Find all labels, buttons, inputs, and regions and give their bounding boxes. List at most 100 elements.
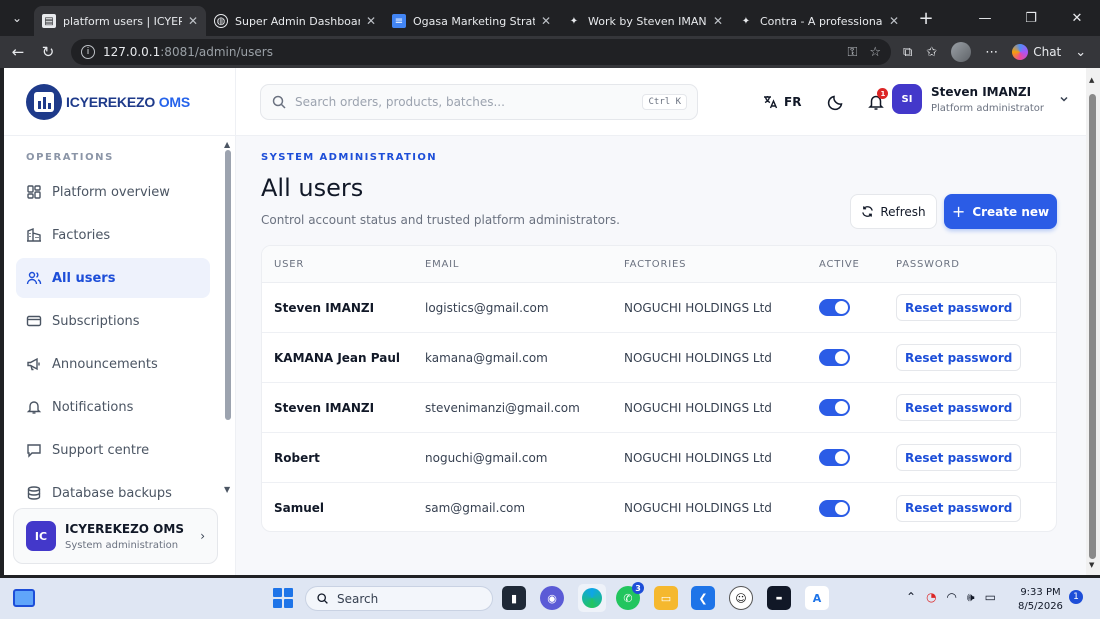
active-toggle[interactable] bbox=[819, 499, 850, 517]
browser-tab-super-admin[interactable]: ◍ Super Admin Dashboard - L ✕ bbox=[206, 6, 384, 36]
scroll-up-icon[interactable]: ▲ bbox=[224, 140, 230, 149]
edge-app-icon[interactable] bbox=[578, 584, 606, 612]
new-tab-button[interactable]: + bbox=[911, 8, 941, 29]
reset-password-button[interactable]: Reset password bbox=[896, 394, 1022, 421]
scrollbar-thumb[interactable] bbox=[1089, 94, 1096, 559]
widgets-icon[interactable] bbox=[13, 589, 35, 607]
close-icon[interactable]: ✕ bbox=[188, 14, 198, 28]
active-toggle[interactable] bbox=[819, 299, 850, 316]
url-field[interactable]: i 127.0.0.1:8081/admin/users ⚿ ☆ bbox=[71, 39, 891, 65]
scroll-down-icon[interactable]: ▼ bbox=[224, 485, 230, 494]
key-icon[interactable]: ⚿ bbox=[847, 45, 857, 60]
page-eyebrow: SYSTEM ADMINISTRATION bbox=[261, 152, 438, 163]
scroll-up-icon[interactable]: ▲ bbox=[1089, 76, 1094, 84]
sidebar-item-factories[interactable]: Factories bbox=[16, 215, 210, 255]
browser-tab-platform-users[interactable]: ▤ platform users | ICYEREKEZO ✕ bbox=[34, 6, 206, 36]
terminal-app-icon[interactable]: ▮ bbox=[502, 586, 526, 610]
organization-switcher[interactable]: IC ICYEREKEZO OMS System administration … bbox=[13, 508, 218, 564]
language-switcher[interactable]: FR bbox=[762, 94, 801, 110]
browser-tab-ogasa[interactable]: ≡ Ogasa Marketing Strategy P ✕ bbox=[384, 6, 559, 36]
taskbar: Search ▮ ◉ ✆ 3 ▭ ❮ ☺ ▬ A ⌃ ◔ ◠ 🕪 ▭ 9:33 P… bbox=[0, 578, 1100, 619]
moon-icon[interactable] bbox=[827, 93, 845, 111]
contra-icon: ✦ bbox=[569, 15, 579, 27]
close-icon[interactable]: ✕ bbox=[541, 14, 551, 28]
factory-logo-icon bbox=[26, 83, 62, 120]
close-icon[interactable]: ✕ bbox=[713, 14, 723, 28]
sidebar-item-platform-overview[interactable]: Platform overview bbox=[16, 172, 210, 212]
app-icon[interactable]: ☺ bbox=[729, 586, 753, 610]
close-window-icon[interactable]: ✕ bbox=[1054, 11, 1100, 26]
chevron-up-icon[interactable]: ⌃ bbox=[906, 590, 916, 605]
search-box[interactable]: Ctrl K bbox=[260, 84, 698, 120]
reset-password-button[interactable]: Reset password bbox=[896, 494, 1022, 522]
language-label: FR bbox=[784, 95, 802, 109]
sidebar-item-support-centre[interactable]: Support centre bbox=[16, 430, 210, 470]
factory-cell: NOGUCHI HOLDINGS Ltd bbox=[624, 501, 772, 515]
app-icon[interactable]: ▬ bbox=[767, 586, 791, 610]
user-name-cell: Steven IMANZI bbox=[274, 300, 375, 315]
profile-avatar[interactable] bbox=[951, 42, 972, 62]
vscode-app-icon[interactable]: ❮ bbox=[691, 586, 715, 610]
active-toggle[interactable] bbox=[819, 399, 850, 416]
taskbar-search[interactable]: Search bbox=[305, 586, 493, 611]
sidebar-item-announcements[interactable]: Announcements bbox=[16, 344, 210, 384]
active-toggle[interactable] bbox=[819, 349, 850, 366]
browser-tab-work-by-steven[interactable]: ✦ Work by Steven IMANZI ✕ bbox=[559, 6, 731, 36]
sidebar-item-notifications[interactable]: Notifications bbox=[16, 387, 210, 427]
close-icon[interactable]: ✕ bbox=[366, 14, 376, 28]
sidebar-item-subscriptions[interactable]: Subscriptions bbox=[16, 301, 210, 341]
whatsapp-app-icon[interactable]: ✆ 3 bbox=[616, 582, 644, 610]
restore-icon[interactable]: ❐ bbox=[1008, 11, 1054, 26]
scroll-down-icon[interactable]: ▼ bbox=[1089, 561, 1094, 569]
star-icon[interactable]: ☆ bbox=[869, 45, 881, 60]
extensions-icon[interactable]: ⧉ bbox=[903, 45, 912, 60]
factory-cell: NOGUCHI HOLDINGS Ltd bbox=[624, 350, 772, 365]
battery-icon[interactable]: ▭ bbox=[985, 590, 996, 605]
user-name-cell: Steven IMANZI bbox=[274, 400, 375, 415]
bell-icon bbox=[26, 399, 42, 415]
user-menu[interactable]: SI Steven IMANZI Platform administrator bbox=[892, 84, 1070, 114]
search-icon bbox=[317, 593, 328, 604]
create-new-button[interactable]: + Create new bbox=[944, 194, 1057, 229]
url-host: 127.0.0.1 bbox=[103, 45, 161, 59]
minimize-icon[interactable]: — bbox=[962, 11, 1008, 26]
sidebar-item-all-users[interactable]: All users bbox=[16, 258, 210, 298]
scrollbar-thumb[interactable] bbox=[225, 150, 231, 420]
column-header-user: USER bbox=[274, 258, 305, 270]
favorites-icon[interactable]: ✩ bbox=[926, 45, 937, 60]
notification-center-badge[interactable]: 1 bbox=[1069, 590, 1083, 604]
active-toggle[interactable] bbox=[819, 449, 850, 466]
sidebar-item-database-backups[interactable]: Database backups bbox=[16, 473, 210, 513]
taskbar-clock[interactable]: 9:33 PM 8/5/2026 bbox=[1018, 586, 1063, 614]
users-table: USER EMAIL FACTORIES ACTIVE PASSWORD Ste… bbox=[261, 245, 1057, 532]
more-menu-icon[interactable]: ⋯ bbox=[985, 45, 998, 60]
top-header: Ctrl K FR 1 SI Steven IMANZI Platform ad… bbox=[236, 68, 1086, 136]
refresh-button[interactable]: Refresh bbox=[850, 194, 937, 229]
browser-tab-contra[interactable]: ✦ Contra - A professional netw ✕ bbox=[731, 6, 907, 36]
close-icon[interactable]: ✕ bbox=[889, 14, 899, 28]
wifi-icon[interactable]: ◠ bbox=[947, 590, 957, 605]
column-header-password: PASSWORD bbox=[896, 258, 960, 270]
windows-start-icon[interactable] bbox=[273, 588, 293, 608]
copilot-chat-button[interactable]: Chat bbox=[1012, 44, 1061, 60]
search-input[interactable] bbox=[295, 95, 643, 109]
notifications-button[interactable]: 1 bbox=[867, 88, 889, 111]
recording-icon[interactable]: ◔ bbox=[926, 590, 936, 605]
chat-app-icon[interactable]: ◉ bbox=[540, 586, 564, 610]
org-avatar: IC bbox=[26, 521, 56, 551]
page-scrollbar[interactable]: ▲ ▼ bbox=[1086, 68, 1100, 575]
file-explorer-icon[interactable]: ▭ bbox=[654, 586, 678, 610]
back-arrow-icon[interactable]: ← bbox=[3, 43, 33, 61]
reset-password-button[interactable]: Reset password bbox=[896, 344, 1022, 371]
volume-icon[interactable]: 🕪 bbox=[967, 590, 975, 605]
tab-list-dropdown[interactable]: ⌄ bbox=[0, 0, 34, 36]
brand[interactable]: ICYEREKEZO OMS bbox=[4, 68, 236, 136]
reset-password-button[interactable]: Reset password bbox=[896, 444, 1022, 471]
chevron-down-icon[interactable]: ⌄ bbox=[1075, 45, 1086, 60]
reload-icon[interactable]: ↻ bbox=[33, 43, 63, 61]
reset-password-button[interactable]: Reset password bbox=[896, 294, 1022, 321]
app-icon[interactable]: A bbox=[805, 586, 829, 610]
site-info-icon[interactable]: i bbox=[81, 45, 95, 59]
user-name-cell: Robert bbox=[274, 450, 320, 465]
sidebar-scrollbar[interactable]: ▲ ▼ bbox=[224, 140, 231, 494]
